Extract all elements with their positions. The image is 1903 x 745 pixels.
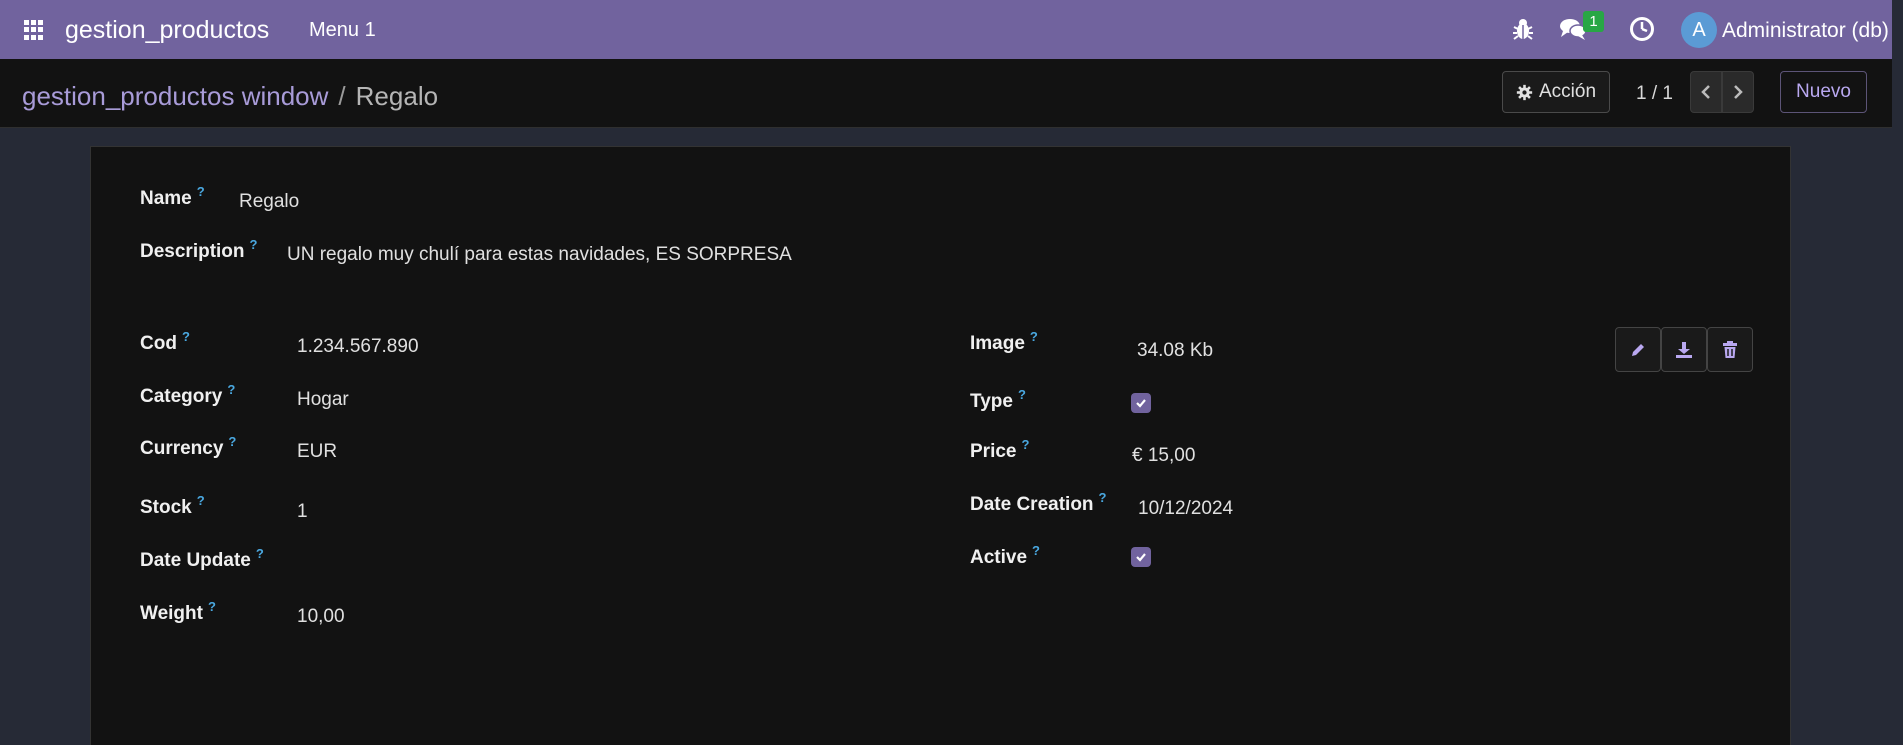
check-icon [1136,553,1146,562]
check-icon [1136,399,1146,408]
category-label: Category? [140,382,236,407]
messages-badge: 1 [1583,11,1604,32]
form-sheet [90,146,1791,745]
help-icon[interactable]: ? [256,546,264,561]
category-field[interactable]: Hogar [297,389,349,411]
pencil-icon [1632,343,1644,356]
cod-label: Cod? [140,329,190,354]
stock-label: Stock? [140,493,205,518]
breadcrumb-parent-link[interactable]: gestion_productos window [22,81,328,111]
help-icon[interactable]: ? [250,237,258,252]
price-label: Price? [970,437,1030,462]
image-edit-button[interactable] [1615,327,1661,372]
currency-label: Currency? [140,434,237,459]
chevron-left-icon [1701,85,1710,99]
help-icon[interactable]: ? [1030,329,1038,344]
gear-icon [1516,84,1533,100]
help-icon[interactable]: ? [1032,543,1040,558]
user-menu[interactable]: Administrator (db) [1722,19,1889,43]
help-icon[interactable]: ? [197,184,205,199]
active-label: Active? [970,543,1040,568]
name-label: Name? [140,184,205,209]
menu-item-1[interactable]: Menu 1 [309,19,376,42]
download-icon [1676,341,1692,358]
type-label: Type? [970,387,1026,412]
clock-icon[interactable] [1629,16,1655,42]
help-icon[interactable]: ? [1099,490,1107,505]
pager-next-button[interactable] [1722,71,1754,113]
pager-value[interactable]: 1 / 1 [1636,83,1673,105]
app-name[interactable]: gestion_productos [65,16,269,45]
trash-icon [1723,340,1737,358]
help-icon[interactable]: ? [228,434,236,449]
action-button[interactable]: Acción [1502,71,1610,113]
date-creation-field[interactable]: 10/12/2024 [1138,498,1233,520]
help-icon[interactable]: ? [182,329,190,344]
date-creation-label: Date Creation? [970,490,1107,515]
help-icon[interactable]: ? [197,493,205,508]
price-field[interactable]: € 15,00 [1132,445,1195,467]
avatar[interactable]: A [1681,12,1717,48]
apps-grid-icon[interactable] [24,20,44,40]
help-icon[interactable]: ? [208,599,216,614]
chevron-right-icon [1734,85,1743,99]
breadcrumb-separator: / [338,81,346,111]
currency-field[interactable]: EUR [297,441,337,463]
weight-label: Weight? [140,599,216,624]
active-checkbox[interactable] [1131,547,1151,567]
new-label: Nuevo [1796,81,1851,102]
help-icon[interactable]: ? [1021,437,1029,452]
name-field[interactable]: Regalo [239,191,299,213]
new-button[interactable]: Nuevo [1780,71,1867,113]
image-download-button[interactable] [1661,327,1707,372]
action-label: Acción [1538,81,1597,102]
help-icon[interactable]: ? [1018,387,1026,402]
breadcrumb-current: Regalo [355,81,439,111]
image-label: Image? [970,329,1038,354]
control-panel: gestion_productos window / Regalo Acción 1… [0,59,1892,128]
description-label: Description? [140,237,258,262]
weight-field[interactable]: 10,00 [297,606,345,628]
date-update-label: Date Update? [140,546,264,571]
image-size: 34.08 Kb [1137,340,1214,361]
description-field[interactable]: UN regalo muy chulí para estas navidades… [287,244,792,266]
bug-icon[interactable] [1512,17,1534,41]
cod-field[interactable]: 1.234.567.890 [297,336,419,358]
top-navbar: gestion_productos Menu 1 1 A Administrat… [0,0,1892,60]
image-delete-button[interactable] [1707,327,1753,372]
pager-previous-button[interactable] [1690,71,1722,113]
type-checkbox[interactable] [1131,393,1151,413]
app: gestion_productos Menu 1 1 A Administrat… [0,0,1892,745]
stock-field[interactable]: 1 [297,501,308,523]
help-icon[interactable]: ? [227,382,235,397]
breadcrumb: gestion_productos window / Regalo [22,81,438,112]
